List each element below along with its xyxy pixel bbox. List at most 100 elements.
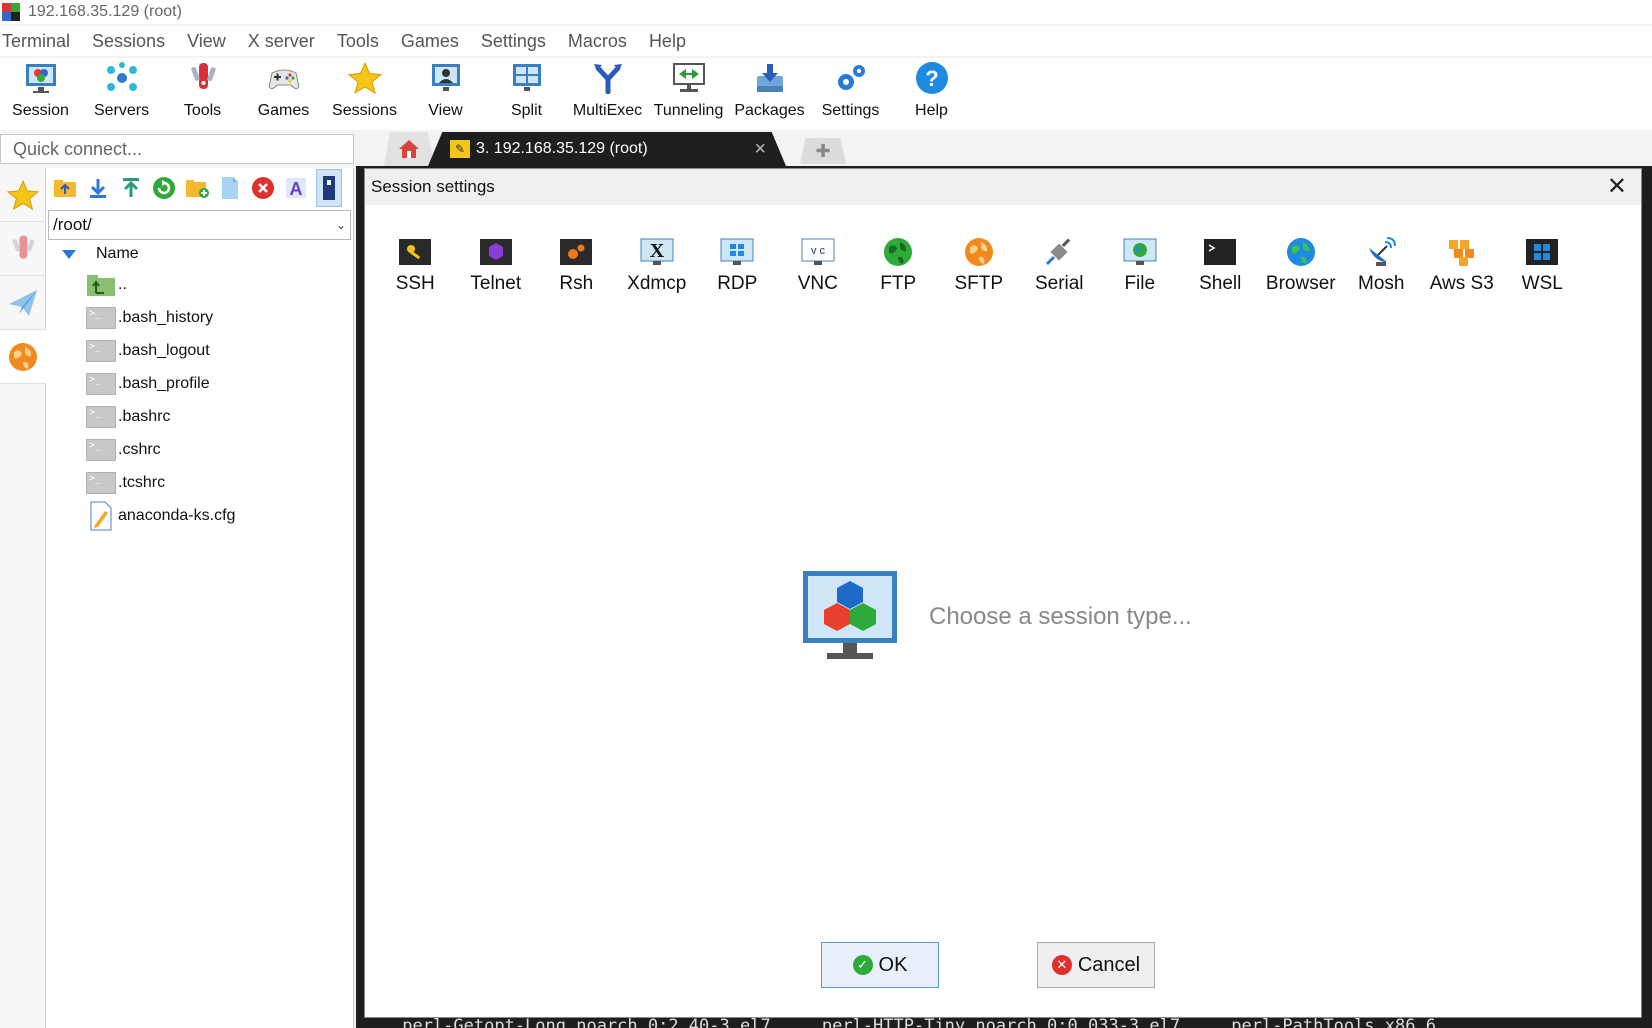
file-row[interactable]: >_ .tcshrc (46, 466, 353, 499)
file-row[interactable]: >_ .bash_logout (46, 334, 353, 367)
session-type-vnc[interactable]: v c VNC (778, 235, 859, 295)
session-type-sftp[interactable]: SFTP (939, 235, 1020, 295)
session-settings-dialog: Session settings ✕ SSH Telnet Rsh X Xdmc… (364, 168, 1642, 1018)
shell-label: Shell (1199, 273, 1242, 294)
session-type-mosh[interactable]: Mosh (1341, 235, 1422, 295)
parent-folder-button[interactable] (52, 175, 78, 201)
name-column-header[interactable]: Name (46, 240, 353, 268)
close-icon[interactable]: ✕ (1607, 175, 1627, 199)
ok-button[interactable]: ✓ OK (821, 942, 939, 988)
tunneling-label: Tunneling (653, 102, 724, 119)
file-row-parent[interactable]: .. (46, 268, 353, 301)
main-toolbar: Session Servers Tools Games Sessions Vie… (0, 58, 1652, 130)
dialog-title-bar: Session settings ✕ (365, 169, 1641, 205)
quick-connect-input[interactable]: Quick connect... (0, 134, 354, 164)
tab-home[interactable] (384, 132, 434, 166)
multiexec-button[interactable]: MultiExec (567, 58, 648, 126)
session-type-prompt: Choose a session type... (801, 569, 1192, 665)
menu-x-server[interactable]: X server (237, 31, 326, 52)
session-type-shell[interactable]: Shell (1180, 235, 1261, 295)
globe-icon (9, 342, 37, 371)
session-type-xdmcp[interactable]: X Xdmcp (617, 235, 698, 295)
path-dropdown[interactable]: /root/ ⌄ (48, 210, 351, 240)
menu-games[interactable]: Games (390, 31, 470, 52)
browser-label: Browser (1265, 273, 1336, 294)
sidebar-sessions[interactable] (0, 168, 46, 222)
refresh-button[interactable] (151, 175, 177, 201)
svg-text:v c: v c (811, 245, 826, 257)
new-file-button[interactable] (217, 175, 243, 201)
delete-icon (252, 177, 274, 199)
rsh-icon (558, 235, 594, 269)
terminal-file-icon: >_ (86, 306, 116, 330)
session-type-serial[interactable]: Serial (1019, 235, 1100, 295)
sidebar-sftp[interactable] (0, 330, 46, 384)
tab-close-icon[interactable]: × (754, 138, 766, 161)
vnc-icon: v c (800, 235, 836, 269)
side-strip (0, 168, 46, 1028)
menu-terminal[interactable]: Terminal (0, 31, 81, 52)
text-icon: A (286, 178, 306, 199)
green-globe-icon (880, 235, 916, 269)
session-type-ssh[interactable]: SSH (375, 235, 456, 295)
tunneling-button[interactable]: Tunneling (648, 58, 729, 126)
serial-label: Serial (1034, 273, 1084, 294)
packages-button[interactable]: Packages (729, 58, 810, 126)
delete-button[interactable] (250, 175, 276, 201)
split-button[interactable]: Split (486, 58, 567, 126)
menu-help[interactable]: Help (638, 31, 697, 52)
file-row[interactable]: >_ .bashrc (46, 400, 353, 433)
session-button[interactable]: Session (0, 58, 81, 126)
file-row[interactable]: >_ .bash_history (46, 301, 353, 334)
toggle-view-button[interactable] (316, 169, 342, 207)
games-button[interactable]: Games (243, 58, 324, 126)
rsh-label: Rsh (559, 273, 594, 294)
session-type-wsl[interactable]: WSL (1502, 235, 1583, 295)
cancel-button[interactable]: ✕ Cancel (1037, 942, 1155, 988)
menu-tools[interactable]: Tools (326, 31, 390, 52)
tab-session-3[interactable]: ✎ 3. 192.168.35.129 (root) × (428, 132, 786, 166)
new-tab-button[interactable]: ✚ (800, 138, 846, 164)
sidebar-tools[interactable] (0, 222, 46, 276)
help-button[interactable]: ? Help (891, 58, 972, 126)
wsl-windows-icon (1524, 235, 1560, 269)
menu-macros[interactable]: Macros (557, 31, 638, 52)
menu-sessions[interactable]: Sessions (81, 31, 176, 52)
menu-view[interactable]: View (176, 31, 237, 52)
view-button[interactable]: View (405, 58, 486, 126)
packages-label: Packages (734, 102, 805, 119)
new-folder-icon (186, 180, 209, 198)
download-button[interactable] (85, 175, 111, 201)
settings-button[interactable]: Settings (810, 58, 891, 126)
new-folder-button[interactable] (184, 175, 210, 201)
session-type-ftp[interactable]: FTP (858, 235, 939, 295)
rename-button[interactable]: A (283, 175, 309, 201)
star-icon (7, 179, 39, 210)
upload-button[interactable] (118, 175, 144, 201)
sessions-button[interactable]: Sessions (324, 58, 405, 126)
sidebar-macros[interactable] (0, 276, 46, 330)
session-type-telnet[interactable]: Telnet (456, 235, 537, 295)
terminal-file-icon: >_ (86, 471, 116, 495)
title-bar: 192.168.35.129 (root) (0, 0, 1652, 24)
session-type-rdp[interactable]: RDP (697, 235, 778, 295)
menu-settings[interactable]: Settings (470, 31, 557, 52)
file-row[interactable]: >_ .cshrc (46, 433, 353, 466)
ssh-key-icon: ✎ (450, 140, 470, 158)
vnc-label: VNC (797, 273, 838, 294)
tools-button[interactable]: Tools (162, 58, 243, 126)
session-type-browser[interactable]: Browser (1261, 235, 1342, 295)
tab-label: 3. 192.168.35.129 (root) (476, 140, 648, 157)
session-type-aws-s3[interactable]: Aws S3 (1422, 235, 1503, 295)
session-type-rsh[interactable]: Rsh (536, 235, 617, 295)
session-type-list: SSH Telnet Rsh X Xdmcp RDP v c VNC FTP S… (375, 235, 1583, 295)
session-type-file[interactable]: File (1100, 235, 1181, 295)
servers-button[interactable]: Servers (81, 58, 162, 126)
browser-globe-icon (1283, 235, 1319, 269)
app-logo-icon (2, 3, 22, 21)
file-row[interactable]: anaconda-ks.cfg (46, 499, 353, 532)
file-name: .tcshrc (118, 473, 166, 491)
gamepad-icon (266, 60, 302, 96)
file-row[interactable]: >_ .bash_profile (46, 367, 353, 400)
servers-label: Servers (93, 102, 150, 119)
